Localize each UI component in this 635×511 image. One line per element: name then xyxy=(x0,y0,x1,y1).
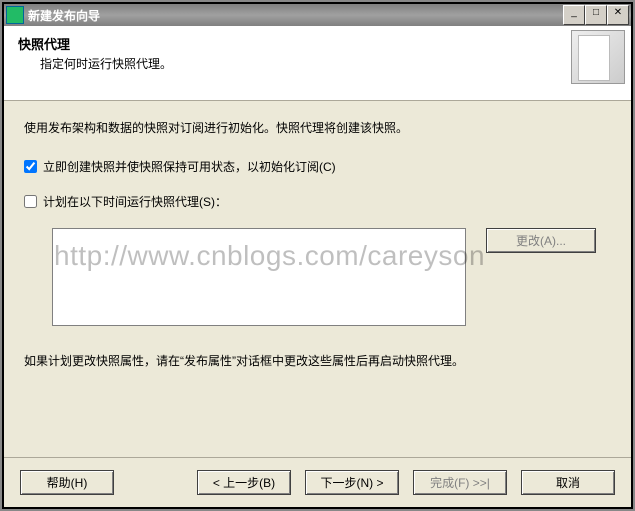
next-button[interactable]: 下一步(N) > xyxy=(305,470,399,495)
intro-text: 使用发布架构和数据的快照对订阅进行初始化。快照代理将创建该快照。 xyxy=(24,119,611,136)
window-title: 新建发布向导 xyxy=(28,7,563,24)
change-button: 更改(A)... xyxy=(486,228,596,253)
titlebar: 新建发布向导 _ □ ✕ xyxy=(4,4,631,26)
page-subtitle: 指定何时运行快照代理。 xyxy=(40,55,617,72)
cancel-button[interactable]: 取消 xyxy=(521,470,615,495)
create-now-row[interactable]: 立即创建快照并使快照保持可用状态，以初始化订阅(C) xyxy=(24,158,611,175)
wizard-body: 使用发布架构和数据的快照对订阅进行初始化。快照代理将创建该快照。 立即创建快照并… xyxy=(4,101,631,457)
restore-button[interactable]: □ xyxy=(585,5,607,25)
app-icon xyxy=(6,6,24,24)
button-bar: 帮助(H) < 上一步(B) 下一步(N) > 完成(F) >>| 取消 xyxy=(4,457,631,507)
minimize-button[interactable]: _ xyxy=(563,5,585,25)
wizard-header: 快照代理 指定何时运行快照代理。 xyxy=(4,26,631,101)
close-button[interactable]: ✕ xyxy=(607,5,629,25)
create-now-checkbox[interactable] xyxy=(24,160,37,173)
schedule-row[interactable]: 计划在以下时间运行快照代理(S)： xyxy=(24,193,611,210)
footer-note: 如果计划更改快照属性，请在“发布属性”对话框中更改这些属性后再启动快照代理。 xyxy=(24,352,611,369)
schedule-checkbox[interactable] xyxy=(24,195,37,208)
schedule-listbox xyxy=(52,228,466,326)
finish-button: 完成(F) >>| xyxy=(413,470,507,495)
header-graphic-icon xyxy=(571,30,625,84)
back-button[interactable]: < 上一步(B) xyxy=(197,470,291,495)
page-title: 快照代理 xyxy=(18,34,617,53)
help-button[interactable]: 帮助(H) xyxy=(20,470,114,495)
wizard-window: 新建发布向导 _ □ ✕ 快照代理 指定何时运行快照代理。 使用发布架构和数据的… xyxy=(2,2,633,509)
create-now-label: 立即创建快照并使快照保持可用状态，以初始化订阅(C) xyxy=(43,158,336,175)
schedule-label: 计划在以下时间运行快照代理(S)： xyxy=(43,193,227,210)
